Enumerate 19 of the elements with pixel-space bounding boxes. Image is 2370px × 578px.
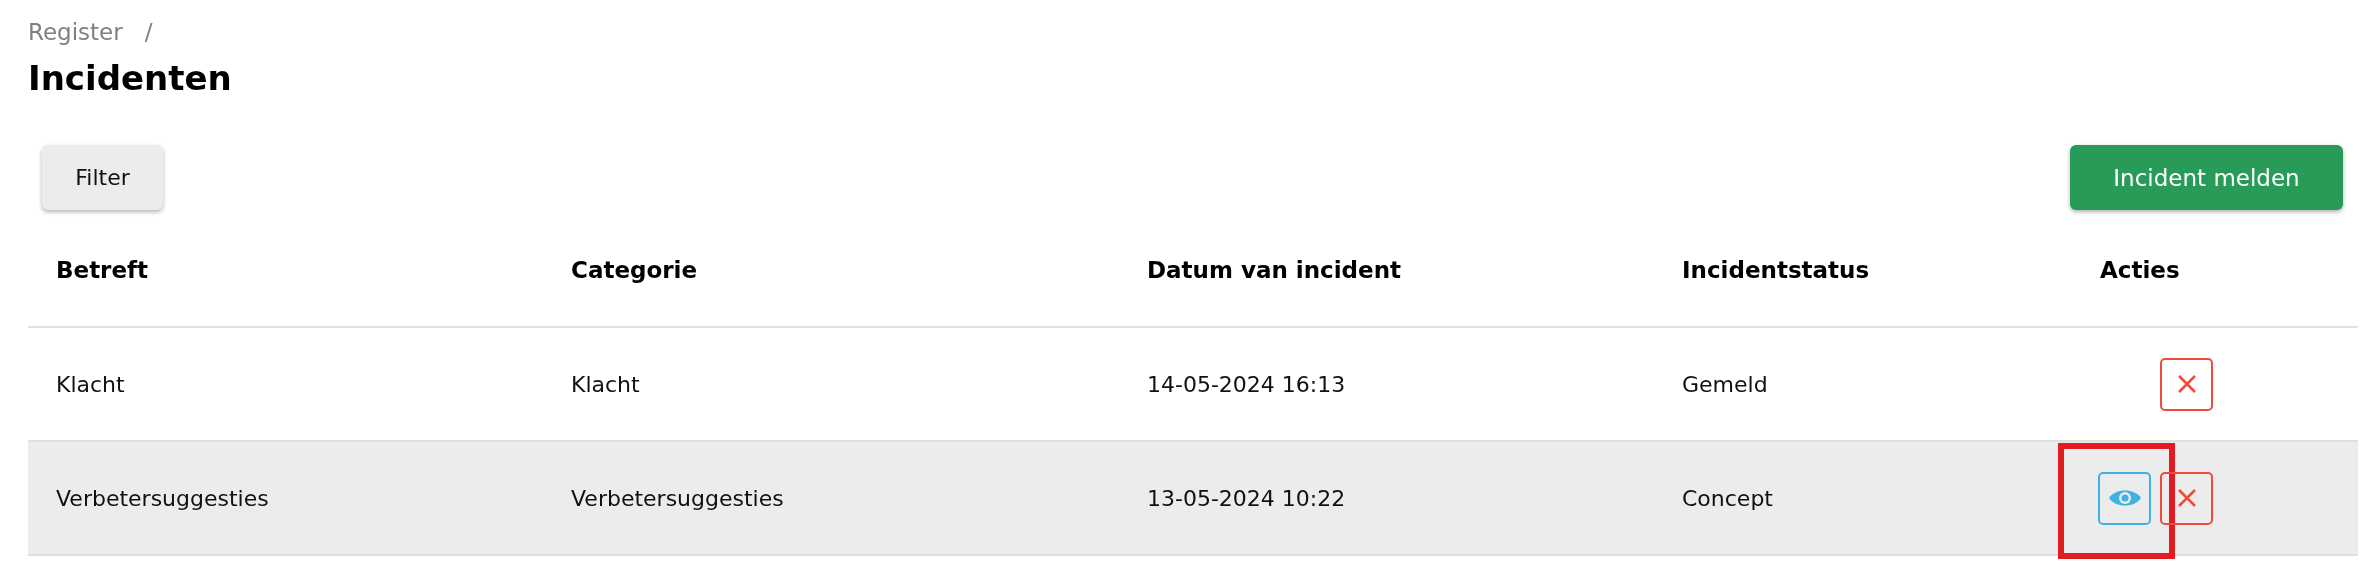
delete-button[interactable] bbox=[2160, 471, 2213, 525]
close-icon bbox=[2176, 374, 2197, 394]
table-cell: Concept bbox=[1654, 442, 2072, 556]
column-header: Categorie bbox=[571, 257, 698, 283]
filter-button[interactable]: Filter bbox=[42, 145, 163, 210]
breadcrumb-separator: / bbox=[144, 19, 153, 45]
column-header: Acties bbox=[2100, 257, 2180, 283]
column-header: Datum van incident bbox=[1147, 257, 1402, 283]
column-header: Incidentstatus bbox=[1682, 257, 1870, 283]
column-header: Betreft bbox=[56, 257, 149, 283]
table-cell: Verbetersuggesties bbox=[28, 442, 543, 556]
report-incident-button[interactable]: Incident melden bbox=[2070, 145, 2343, 210]
page-title: Incidenten bbox=[28, 57, 233, 100]
delete-button[interactable] bbox=[2160, 357, 2213, 411]
close-icon bbox=[2176, 488, 2197, 508]
table-cell: Verbetersuggesties bbox=[543, 442, 1119, 556]
view-button[interactable] bbox=[2098, 471, 2151, 525]
table-cell: 13-05-2024 10:22 bbox=[1119, 442, 1654, 556]
breadcrumb-link[interactable]: Register bbox=[28, 19, 123, 45]
